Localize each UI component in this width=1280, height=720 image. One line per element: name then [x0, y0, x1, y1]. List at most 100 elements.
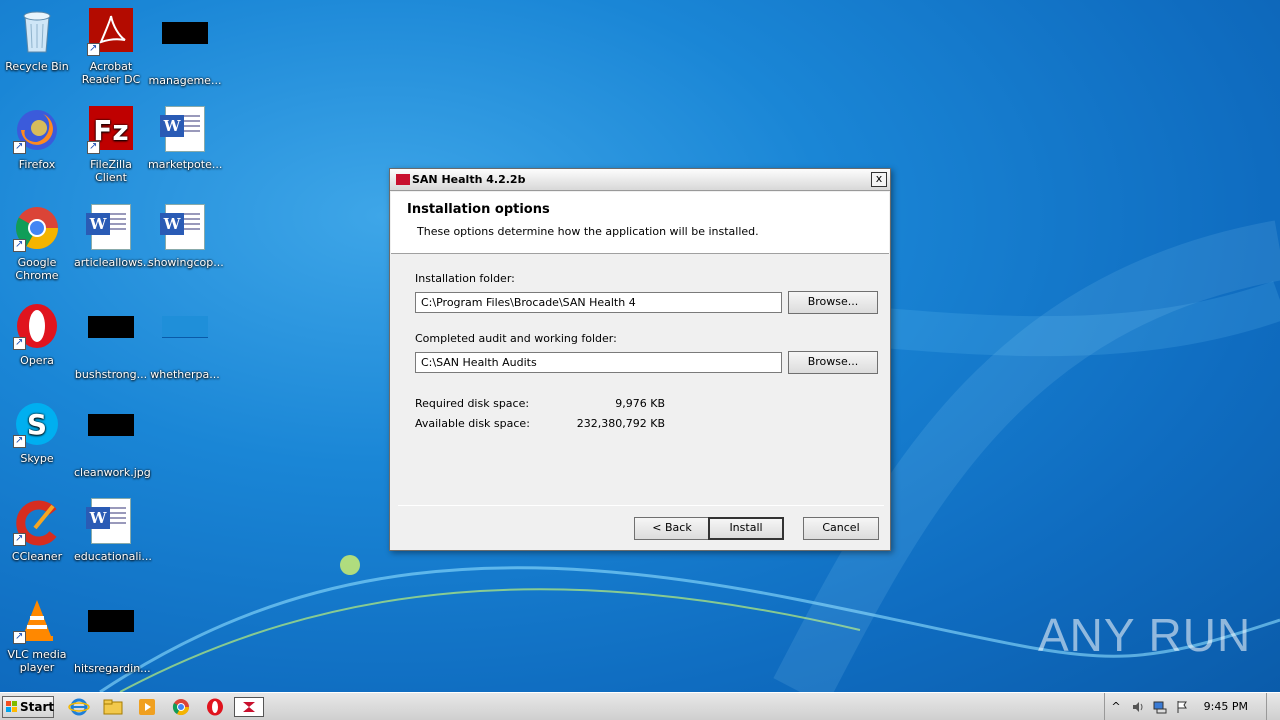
desktop-icon-articleallows[interactable]: W articleallows...	[74, 204, 154, 269]
taskbar: Start ^ 9:45 PM	[0, 692, 1280, 720]
opera-icon	[13, 302, 61, 350]
desktop-icon-label: bushstrong...	[74, 368, 148, 381]
desktop-icon-label: manageme...	[148, 74, 222, 87]
available-disk-space-value: 232,380,792 KB	[576, 417, 665, 430]
browse-installation-folder-button[interactable]: Browse...	[788, 291, 878, 314]
show-desktop-button[interactable]	[1266, 693, 1280, 720]
image-file-icon	[161, 316, 209, 364]
internet-explorer-icon[interactable]	[68, 697, 90, 717]
desktop-icon-hitsregardin[interactable]: hitsregardin...	[74, 596, 151, 675]
shortcut-arrow-icon	[87, 42, 100, 56]
desktop-icon-recycle-bin[interactable]: Recycle Bin	[0, 8, 74, 73]
back-button[interactable]: < Back	[634, 517, 710, 540]
desktop-icon-label: Skype	[20, 452, 54, 465]
desktop-icon-label: Google	[17, 256, 57, 269]
desktop-icon-label: marketpote...	[148, 158, 223, 171]
desktop-icon-bushstrong[interactable]: bushstrong...	[74, 302, 148, 381]
image-file-icon	[87, 610, 135, 658]
acrobat-reader-icon	[87, 8, 135, 56]
image-file-icon	[87, 414, 135, 462]
desktop-icon-firefox[interactable]: Firefox	[0, 106, 74, 171]
browse-audit-folder-button[interactable]: Browse...	[788, 351, 878, 374]
dialog-header: Installation options These options deter…	[391, 192, 889, 254]
desktop-icon-label-line2: Reader DC	[81, 73, 141, 86]
required-disk-space-label: Required disk space:	[415, 397, 530, 410]
start-button[interactable]: Start	[2, 696, 54, 718]
desktop-icon-label: CCleaner	[11, 550, 63, 563]
san-health-installer-dialog: SAN Health 4.2.2b x Installation options…	[389, 168, 891, 551]
available-disk-space-label: Available disk space:	[415, 417, 530, 430]
footer-divider	[398, 505, 884, 506]
desktop-icon-skype[interactable]: S Skype	[0, 400, 74, 465]
san-health-app-icon	[396, 174, 410, 185]
installation-folder-label: Installation folder:	[415, 272, 515, 285]
desktop-icon-whetherpa[interactable]: whetherpa...	[148, 302, 222, 381]
desktop-icon-label: articleallows...	[74, 256, 154, 269]
media-player-icon[interactable]	[136, 697, 158, 717]
opera-icon[interactable]	[204, 697, 226, 717]
svg-text:S: S	[27, 408, 47, 441]
windows-flag-icon	[6, 701, 18, 713]
ccleaner-icon	[13, 498, 61, 546]
wallpaper-bird	[340, 555, 360, 575]
dialog-titlebar[interactable]: SAN Health 4.2.2b x	[390, 169, 890, 191]
image-file-icon	[161, 22, 209, 70]
clock[interactable]: 9:45 PM	[1204, 700, 1248, 713]
desktop-icon-google-chrome[interactable]: Google Chrome	[0, 204, 74, 282]
cancel-button[interactable]: Cancel	[803, 517, 879, 540]
recycle-bin-icon	[13, 8, 61, 56]
image-file-icon	[87, 316, 135, 364]
desktop-icon-label-line2: player	[19, 661, 55, 674]
desktop-icon-acrobat[interactable]: Acrobat Reader DC	[74, 8, 148, 86]
required-disk-space-row: Required disk space: 9,976 KB	[415, 397, 665, 410]
word-document-icon: W	[86, 498, 135, 546]
shortcut-arrow-icon	[13, 532, 26, 546]
word-document-icon: W	[160, 106, 209, 154]
header-title: Installation options	[407, 202, 550, 217]
desktop-icon-label: Firefox	[18, 158, 56, 171]
installation-folder-input[interactable]	[415, 292, 782, 313]
san-health-icon[interactable]	[234, 697, 264, 717]
desktop-icon-label: Opera	[20, 354, 54, 367]
chrome-icon	[13, 204, 61, 252]
desktop-icon-filezilla[interactable]: Fz FileZilla Client	[74, 106, 148, 184]
available-disk-space-row: Available disk space: 232,380,792 KB	[415, 417, 665, 430]
chrome-icon[interactable]	[170, 697, 192, 717]
word-document-icon: W	[160, 204, 209, 252]
desktop-icon-marketpote[interactable]: W marketpote...	[148, 106, 222, 171]
show-hidden-icons-icon[interactable]: ^	[1109, 700, 1123, 714]
filezilla-icon: Fz	[87, 106, 135, 154]
desktop-icon-label: cleanwork.jpg	[74, 466, 151, 479]
audit-folder-input[interactable]	[415, 352, 782, 373]
desktop-icon-label-line2: Chrome	[15, 269, 59, 282]
shortcut-arrow-icon	[13, 630, 26, 644]
desktop-icon-manageme[interactable]: manageme...	[148, 8, 222, 87]
desktop-icon-label: showingcop...	[148, 256, 224, 269]
desktop-icon-showingcop[interactable]: W showingcop...	[148, 204, 224, 269]
desktop-icon-educationali[interactable]: W educationali...	[74, 498, 152, 563]
desktop-icon-label: hitsregardin...	[74, 662, 151, 675]
desktop-icon-label: VLC media	[7, 648, 67, 661]
volume-icon[interactable]	[1131, 700, 1145, 714]
desktop-icon-ccleaner[interactable]: CCleaner	[0, 498, 74, 563]
desktop-icon-label: Recycle Bin	[5, 60, 69, 73]
file-explorer-icon[interactable]	[102, 697, 124, 717]
desktop-icon-opera[interactable]: Opera	[0, 302, 74, 367]
shortcut-arrow-icon	[13, 140, 26, 154]
firefox-icon	[13, 106, 61, 154]
desktop-icon-label: Acrobat	[89, 60, 133, 73]
shortcut-arrow-icon	[87, 140, 100, 154]
audit-folder-label: Completed audit and working folder:	[415, 332, 617, 345]
network-icon[interactable]	[1153, 700, 1167, 714]
action-center-flag-icon[interactable]	[1175, 700, 1189, 714]
header-subtitle: These options determine how the applicat…	[417, 225, 759, 238]
desktop-icon-label: whetherpa...	[150, 368, 220, 381]
skype-icon: S	[13, 400, 61, 448]
word-document-icon: W	[86, 204, 135, 252]
desktop-icon-cleanwork[interactable]: cleanwork.jpg	[74, 400, 151, 479]
required-disk-space-value: 9,976 KB	[615, 397, 665, 410]
shortcut-arrow-icon	[13, 336, 26, 350]
close-button[interactable]: x	[871, 172, 887, 187]
desktop-icon-vlc[interactable]: VLC media player	[0, 596, 74, 674]
install-button[interactable]: Install	[708, 517, 784, 540]
